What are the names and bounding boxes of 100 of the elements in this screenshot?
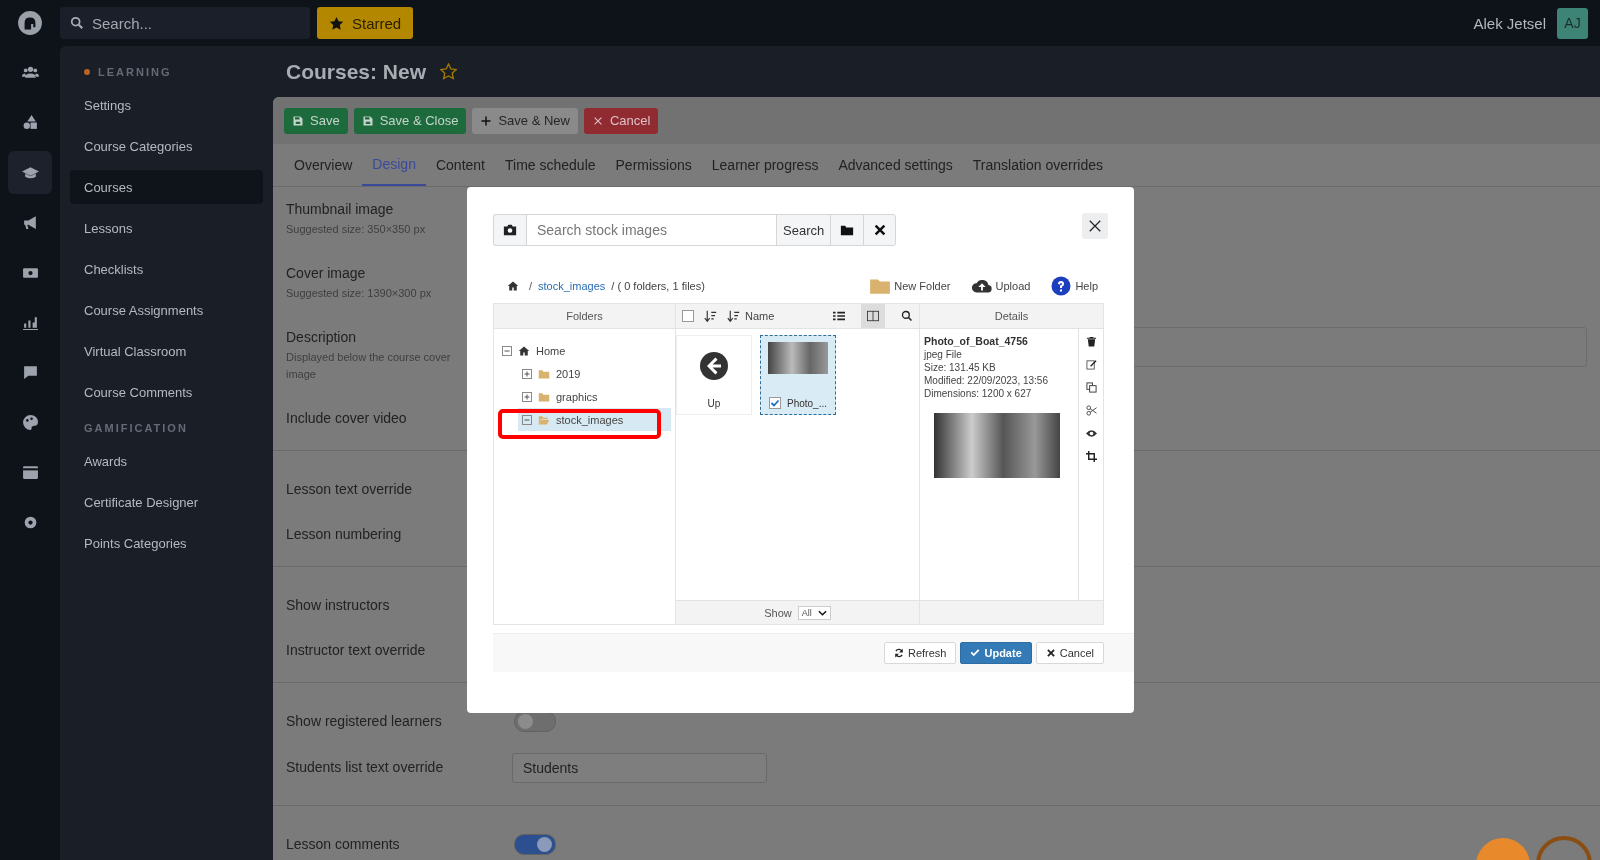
- save-button[interactable]: Save: [284, 107, 348, 134]
- sidebar-item[interactable]: Course Assignments: [70, 293, 263, 327]
- tab[interactable]: Content: [425, 144, 495, 186]
- up-folder-item[interactable]: Up: [676, 335, 752, 415]
- sidebar-item[interactable]: Awards: [70, 444, 263, 478]
- file-detail: Size: 131.45 KB: [924, 362, 997, 373]
- sidebar-item[interactable]: Points Categories: [70, 526, 263, 560]
- plus-icon: [480, 114, 493, 127]
- field-label: Students list text override: [286, 758, 444, 777]
- tab[interactable]: Translation overrides: [962, 144, 1114, 186]
- tab[interactable]: Overview: [284, 144, 363, 186]
- folder-icon: [538, 413, 550, 426]
- folder-button[interactable]: [830, 214, 864, 246]
- update-button[interactable]: Update: [960, 642, 1032, 664]
- expand-icon[interactable]: [522, 391, 532, 402]
- sidebar-item[interactable]: Course Categories: [70, 129, 263, 163]
- search-button[interactable]: Search: [776, 214, 831, 246]
- cancel-button[interactable]: Cancel: [1035, 642, 1104, 664]
- column-view-button[interactable]: [861, 304, 885, 328]
- new-button[interactable]: Save & New: [472, 107, 578, 134]
- close-button[interactable]: [1082, 213, 1108, 239]
- field-label: Show registered learners: [286, 712, 442, 731]
- file-detail: Modified: 22/09/2023, 13:56: [924, 375, 1049, 386]
- edit-icon[interactable]: [1085, 359, 1097, 370]
- collapse-icon[interactable]: [522, 414, 532, 425]
- sidebar-item[interactable]: Virtual Classroom: [70, 334, 263, 368]
- refresh-button[interactable]: Refresh: [883, 642, 957, 664]
- page-title: Courses: New: [286, 59, 427, 84]
- scissors-icon[interactable]: [1085, 405, 1097, 416]
- breadcrumb-link[interactable]: stock_images: [538, 280, 606, 292]
- column-heading: Folders: [494, 304, 675, 329]
- field-label: Cover image: [286, 264, 366, 283]
- column-heading: Details: [920, 304, 1103, 329]
- file-name: Up: [707, 398, 721, 409]
- tab[interactable]: Learner progress: [701, 144, 829, 186]
- folder-summary: / ( 0 folders, 1 files): [611, 280, 705, 292]
- search-icon: [70, 16, 84, 30]
- sort-icon: [727, 309, 740, 323]
- user-name: Alek Jetsel: [1473, 14, 1546, 32]
- show-dropdown[interactable]: All: [797, 605, 831, 620]
- upload-button[interactable]: Upload: [970, 276, 1031, 296]
- sidebar-item[interactable]: Settings: [70, 88, 263, 122]
- sidebar-item[interactable]: Course Comments: [70, 375, 263, 409]
- tree-item[interactable]: 2019: [518, 362, 675, 385]
- field-label: Thumbnail image: [286, 200, 394, 219]
- select-all-checkbox[interactable]: [682, 310, 694, 322]
- file-name: Photo_of_Boat_4756: [924, 335, 1029, 347]
- eye-icon[interactable]: [1085, 428, 1097, 439]
- sidebar-item[interactable]: Courses: [70, 170, 263, 204]
- sidebar-item[interactable]: Checklists: [70, 252, 263, 286]
- sidebar-item[interactable]: Certificate Designer: [70, 485, 263, 519]
- tree-item[interactable]: graphics: [518, 385, 675, 408]
- chat-icon: [21, 364, 39, 381]
- card-icon: [21, 464, 39, 481]
- file-item[interactable]: Photo_...: [760, 335, 836, 415]
- search-field[interactable]: Search...: [60, 7, 310, 39]
- sort-by-name-button[interactable]: Name: [727, 309, 775, 323]
- collapse-icon[interactable]: [502, 345, 512, 356]
- field-label: Include cover video: [286, 409, 407, 428]
- caret-icon: [817, 609, 827, 616]
- sidebar-item[interactable]: Lessons: [70, 211, 263, 245]
- star-icon[interactable]: [440, 63, 458, 80]
- breadcrumb-separator: /: [529, 280, 533, 292]
- tab[interactable]: Permissions: [605, 144, 702, 186]
- field-hint: Suggested size: 1390×300 px: [286, 286, 433, 301]
- stock-search-field[interactable]: Search stock images: [526, 214, 776, 246]
- file-detail: jpeg File: [924, 349, 963, 360]
- star-icon: [329, 15, 344, 31]
- crop-icon[interactable]: [1085, 451, 1097, 462]
- text-field[interactable]: Students: [512, 753, 767, 783]
- clear-button[interactable]: [863, 214, 897, 246]
- field-label: Lesson comments: [286, 835, 400, 854]
- cancel-button[interactable]: Cancel: [583, 107, 659, 134]
- graduation-cap-icon: [21, 164, 39, 181]
- toggle-switch[interactable]: [514, 834, 556, 855]
- tab[interactable]: Time schedule: [495, 144, 606, 186]
- toggle-switch[interactable]: [514, 711, 556, 732]
- close-icon: [872, 223, 887, 237]
- trash-icon[interactable]: [1085, 336, 1097, 347]
- photo-thumbnail: [768, 342, 828, 374]
- camera-button[interactable]: [493, 214, 526, 246]
- field-label: Description: [286, 328, 357, 347]
- folder-icon: [840, 223, 855, 237]
- copy-icon[interactable]: [1085, 382, 1097, 393]
- new-folder-button[interactable]: New Folder: [869, 276, 951, 296]
- home-icon[interactable]: [507, 280, 519, 292]
- starred-button[interactable]: Starred: [317, 7, 414, 39]
- file-checkbox[interactable]: [769, 397, 781, 409]
- field-label: Show instructors: [286, 596, 390, 615]
- tree-item[interactable]: Home: [502, 339, 675, 362]
- cross-icon: [1045, 648, 1056, 658]
- palette-icon: [21, 414, 39, 431]
- help-button[interactable]: Help: [1050, 276, 1098, 296]
- tab[interactable]: Advanced settings: [828, 144, 963, 186]
- sort-icon[interactable]: [704, 309, 717, 323]
- save-button[interactable]: Save & Close: [353, 107, 467, 134]
- expand-icon[interactable]: [522, 368, 532, 379]
- folder-icon: [869, 276, 892, 296]
- field-hint: Displayed below the course cover image: [286, 350, 452, 382]
- rail-button[interactable]: [8, 151, 52, 194]
